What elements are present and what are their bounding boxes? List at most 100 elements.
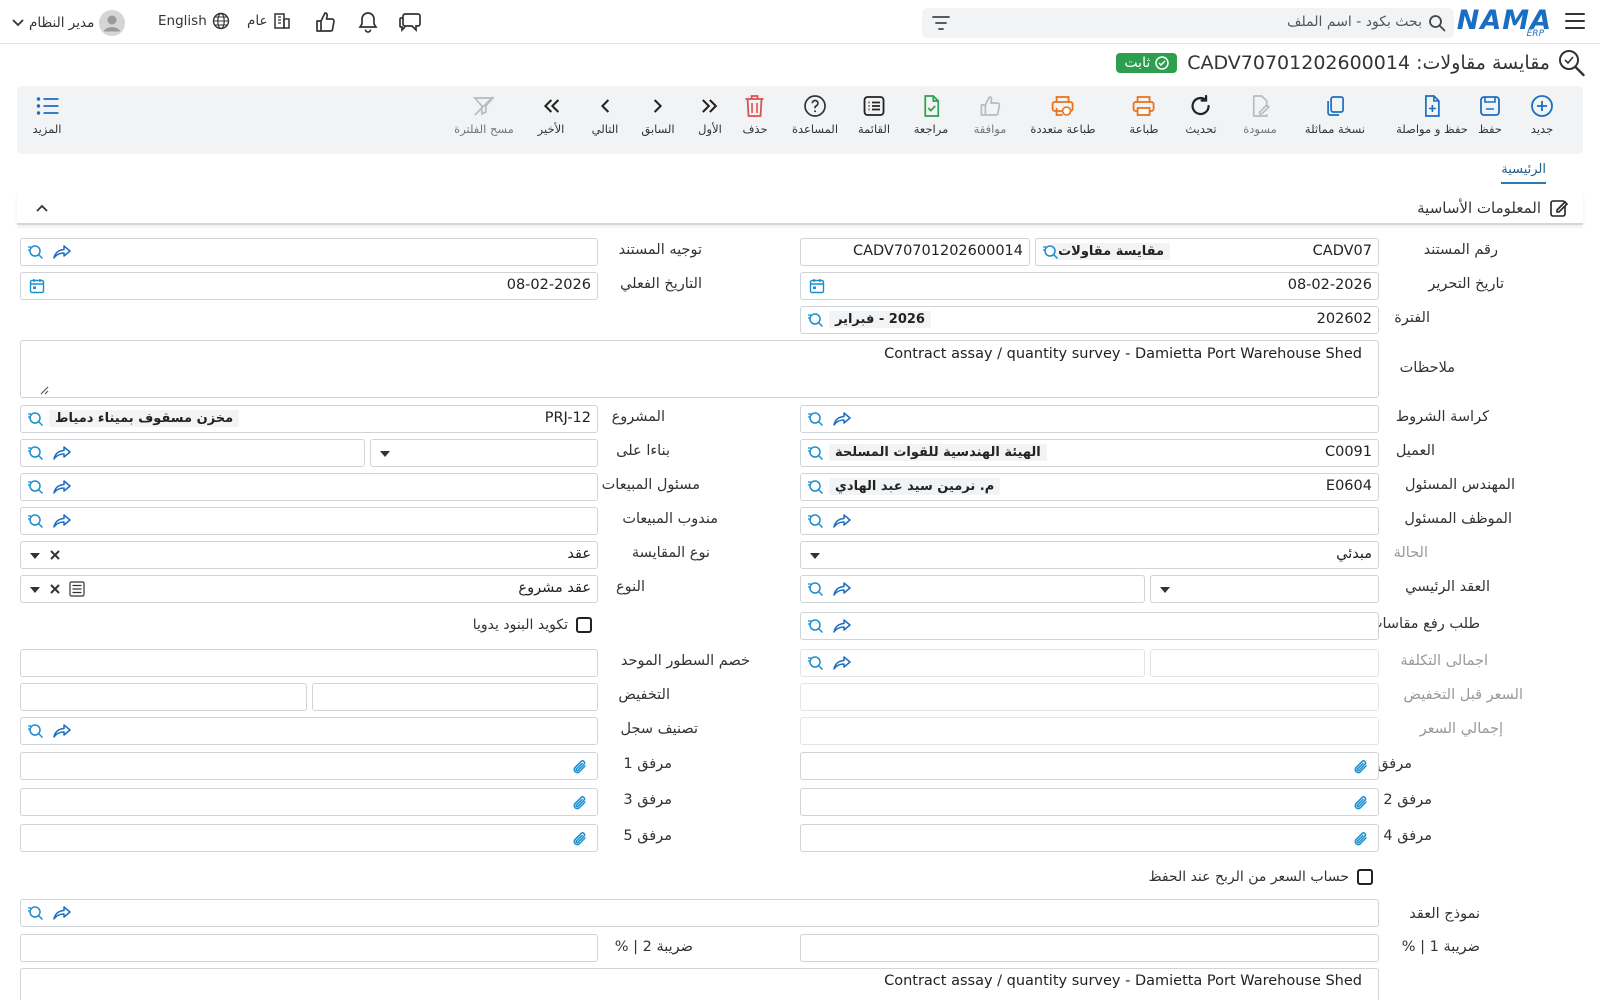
first-button[interactable]: الأول bbox=[698, 94, 722, 136]
attachment1-field[interactable] bbox=[20, 752, 598, 780]
search-icon[interactable] bbox=[27, 411, 45, 427]
search-icon[interactable] bbox=[1042, 244, 1060, 260]
share-icon[interactable] bbox=[53, 906, 71, 920]
paperclip-icon[interactable] bbox=[571, 794, 589, 812]
search-icon[interactable] bbox=[807, 513, 825, 529]
search-icon[interactable] bbox=[807, 445, 825, 461]
multi-print-button[interactable]: طباعة متعددة bbox=[1030, 94, 1096, 136]
based-on-field[interactable] bbox=[20, 439, 365, 467]
search-icon[interactable] bbox=[807, 411, 825, 427]
based-on-type-select[interactable] bbox=[370, 439, 598, 467]
share-icon[interactable] bbox=[833, 619, 851, 633]
calendar-icon[interactable] bbox=[29, 278, 45, 294]
thumbs-up-icon[interactable] bbox=[314, 11, 336, 33]
previous-button[interactable]: السابق bbox=[641, 94, 675, 136]
doc-type-field[interactable]: CADV07 مقايسة مقاولات bbox=[1035, 238, 1379, 266]
more-button[interactable]: المزيد bbox=[33, 94, 61, 136]
share-icon[interactable] bbox=[833, 412, 851, 426]
language-selector[interactable]: English bbox=[158, 12, 230, 30]
attachment2-field[interactable] bbox=[800, 788, 1379, 816]
invoice-request-field[interactable] bbox=[800, 612, 1379, 640]
search-icon[interactable] bbox=[27, 244, 45, 260]
list-details-icon[interactable] bbox=[69, 581, 85, 597]
approve-button[interactable]: موافقة bbox=[974, 94, 1006, 136]
search-icon[interactable] bbox=[807, 312, 825, 328]
share-icon[interactable] bbox=[53, 480, 71, 494]
project-field[interactable]: PRJ-12 مخزن مسقوف بميناء دمياط bbox=[20, 405, 598, 433]
customer-field[interactable]: C0091 الهيئة الهندسية للقوات المسلحة bbox=[800, 439, 1379, 467]
paperclip-icon[interactable] bbox=[1352, 758, 1370, 776]
share-icon[interactable] bbox=[53, 446, 71, 460]
search-input[interactable]: بحث بكود - اسم الملف bbox=[1287, 14, 1422, 30]
search-icon[interactable] bbox=[807, 581, 825, 597]
section-basic-info[interactable]: المعلومات الأساسية bbox=[17, 193, 1583, 225]
calendar-icon[interactable] bbox=[809, 278, 825, 294]
attachment3-field[interactable] bbox=[20, 788, 598, 816]
search-icon[interactable] bbox=[27, 513, 45, 529]
main-contract-field[interactable] bbox=[800, 575, 1145, 603]
assay-type-select[interactable]: عقد bbox=[20, 541, 598, 569]
sales-officer-field[interactable] bbox=[20, 473, 598, 501]
attachment-field[interactable] bbox=[800, 752, 1379, 780]
new-button[interactable]: جديد bbox=[1530, 94, 1554, 136]
resize-handle-icon[interactable] bbox=[39, 385, 49, 395]
attachment4-field[interactable] bbox=[800, 824, 1379, 852]
search-icon[interactable] bbox=[807, 618, 825, 634]
tax2-field[interactable] bbox=[20, 934, 598, 962]
menu-icon[interactable] bbox=[1564, 11, 1586, 31]
company-selector[interactable]: عام bbox=[247, 12, 291, 30]
tab-main[interactable]: الرئيسية bbox=[1501, 162, 1546, 184]
share-icon[interactable] bbox=[53, 245, 71, 259]
actual-date-field[interactable]: 08-02-2026 bbox=[20, 272, 598, 300]
total-cost-field[interactable] bbox=[800, 649, 1145, 677]
help-button[interactable]: المساعدة bbox=[792, 94, 838, 136]
tax1-field[interactable] bbox=[800, 934, 1379, 962]
contract-template-field[interactable] bbox=[20, 899, 1379, 927]
unified-discount-field[interactable] bbox=[20, 649, 598, 677]
chevron-up-icon[interactable] bbox=[35, 203, 49, 213]
delete-button[interactable]: حذف bbox=[742, 94, 768, 136]
notes-textarea[interactable]: Contract assay / quantity survey - Damie… bbox=[20, 340, 1379, 398]
save-button[interactable]: حفظ bbox=[1478, 94, 1502, 136]
print-button[interactable]: طباعة bbox=[1129, 94, 1159, 136]
user-menu[interactable]: مدير النظام bbox=[12, 10, 126, 36]
notes2-textarea[interactable]: Contract assay / quantity survey - Damie… bbox=[20, 968, 1379, 1000]
share-icon[interactable] bbox=[53, 514, 71, 528]
discount-amount-field[interactable] bbox=[20, 683, 307, 711]
global-search[interactable]: بحث بكود - اسم الملف bbox=[922, 8, 1454, 38]
search-icon[interactable] bbox=[27, 445, 45, 461]
save-continue-button[interactable]: حفظ و مواصلة bbox=[1396, 94, 1468, 136]
responsible-employee-field[interactable] bbox=[800, 507, 1379, 535]
draft-button[interactable]: مسودة bbox=[1243, 94, 1277, 136]
search-icon[interactable] bbox=[807, 479, 825, 495]
paperclip-icon[interactable] bbox=[571, 758, 589, 776]
chat-icon[interactable] bbox=[398, 11, 422, 33]
clear-filter-button[interactable]: مسح الفلترة bbox=[454, 94, 514, 136]
review-button[interactable]: مراجعة bbox=[914, 94, 948, 136]
period-field[interactable]: 202602 2026 - فبراير bbox=[800, 306, 1379, 334]
calc-price-profit-checkbox[interactable]: حساب السعر من الربح عند الحفظ bbox=[1149, 869, 1373, 885]
search-icon[interactable] bbox=[27, 479, 45, 495]
clear-icon[interactable] bbox=[49, 549, 61, 561]
last-button[interactable]: الأخير bbox=[538, 94, 564, 136]
manual-items-checkbox[interactable]: تكويد البنود يدويا bbox=[473, 617, 592, 633]
share-icon[interactable] bbox=[833, 656, 851, 670]
share-icon[interactable] bbox=[833, 514, 851, 528]
share-icon[interactable] bbox=[53, 724, 71, 738]
filter-icon[interactable] bbox=[932, 15, 950, 31]
list-button[interactable]: القائمة bbox=[858, 94, 890, 136]
app-logo[interactable]: NAMA ERP bbox=[1457, 5, 1552, 39]
terms-book-field[interactable] bbox=[800, 405, 1379, 433]
type-select[interactable]: عقد مشروع bbox=[20, 575, 598, 603]
bell-icon[interactable] bbox=[357, 11, 379, 33]
engineer-field[interactable]: E0604 م. نرمين سيد عبد الهادي bbox=[800, 473, 1379, 501]
edit-date-field[interactable]: 08-02-2026 bbox=[800, 272, 1379, 300]
doc-number-field[interactable]: CADV70701202600014 bbox=[800, 238, 1030, 266]
duplicate-button[interactable]: نسخة مماثلة bbox=[1305, 94, 1365, 136]
refresh-button[interactable]: تحديث bbox=[1185, 94, 1217, 136]
status-select[interactable]: مبدئي bbox=[800, 541, 1379, 569]
paperclip-icon[interactable] bbox=[1352, 830, 1370, 848]
discount-percent-field[interactable] bbox=[312, 683, 598, 711]
checkbox[interactable] bbox=[576, 617, 592, 633]
search-icon[interactable] bbox=[807, 655, 825, 671]
